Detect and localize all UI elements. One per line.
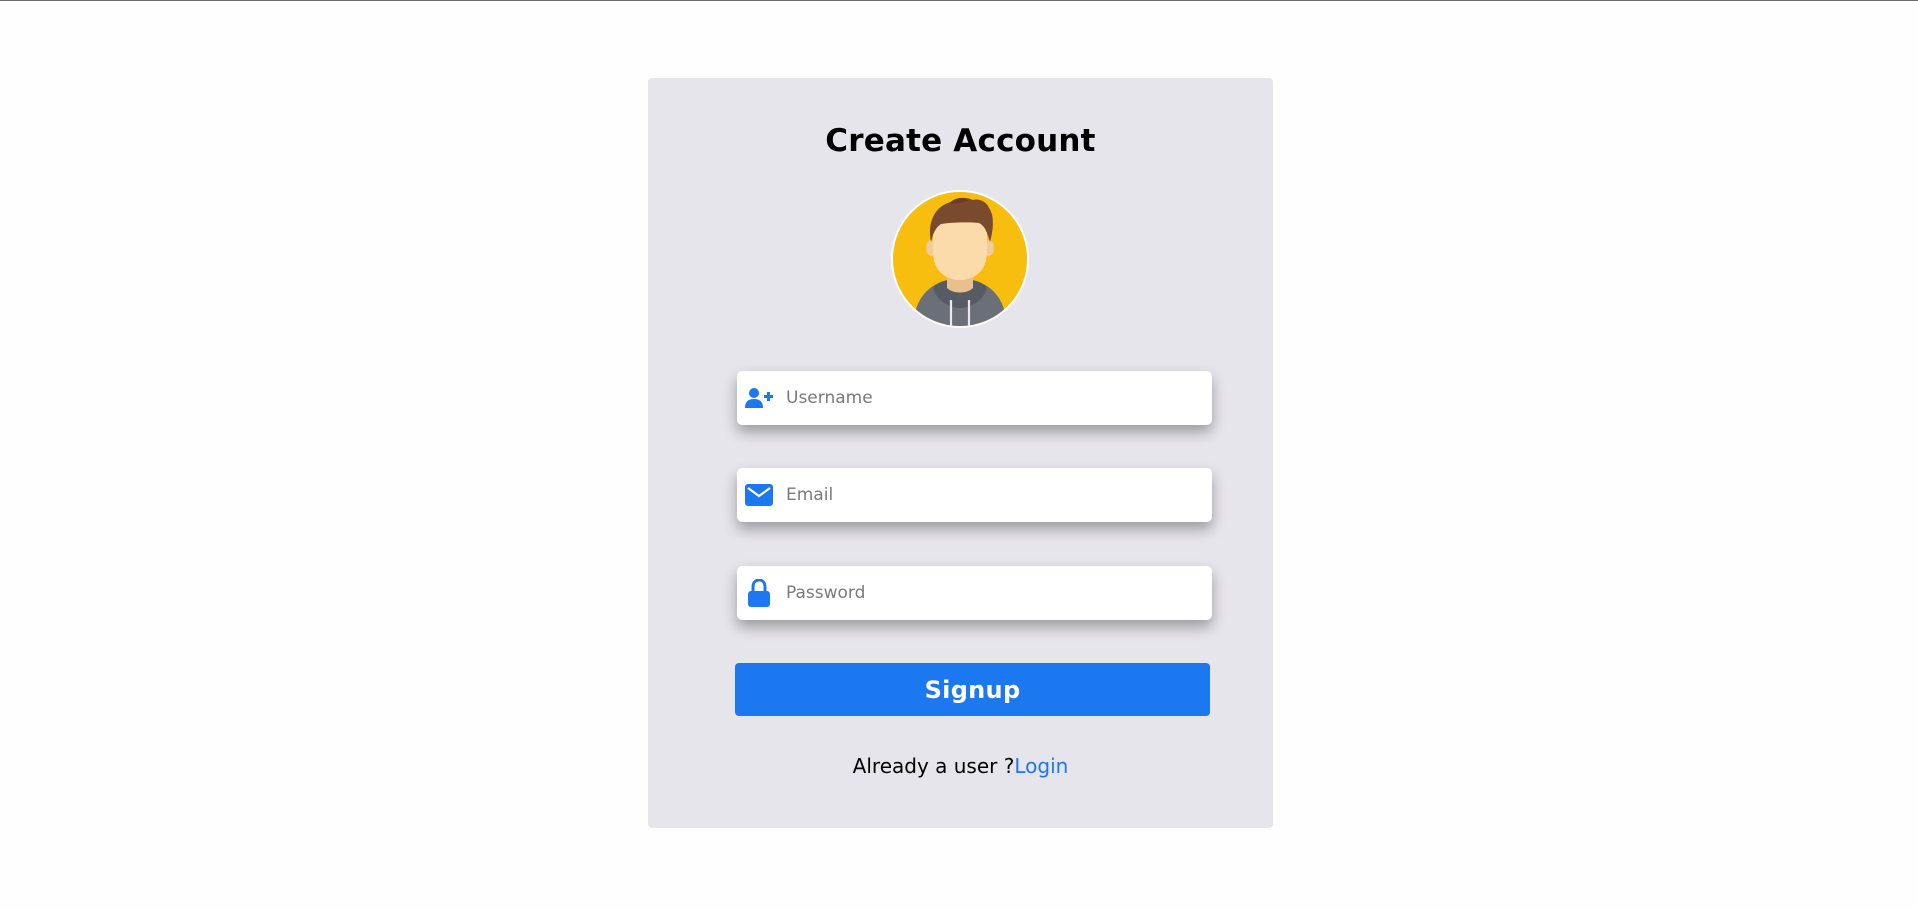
password-field[interactable] [737, 566, 1212, 620]
login-prompt-text: Already a user ? [852, 754, 1015, 778]
email-input[interactable] [786, 468, 1196, 522]
password-input[interactable] [786, 566, 1196, 620]
envelope-icon [745, 481, 773, 509]
top-border-line [0, 0, 1918, 1]
email-field[interactable] [737, 468, 1212, 522]
username-field[interactable] [737, 371, 1212, 425]
user-avatar-icon [893, 192, 1027, 326]
login-prompt: Already a user ?Login [648, 754, 1273, 778]
username-input[interactable] [786, 371, 1196, 425]
avatar [891, 190, 1029, 328]
lock-icon [745, 579, 773, 607]
signup-button[interactable]: Signup [735, 663, 1210, 716]
page-title: Create Account [825, 123, 1096, 159]
user-plus-icon [745, 384, 773, 412]
signup-card: Create Account Username Email Signup Alr… [648, 78, 1273, 828]
login-link[interactable]: Login [1014, 754, 1068, 778]
